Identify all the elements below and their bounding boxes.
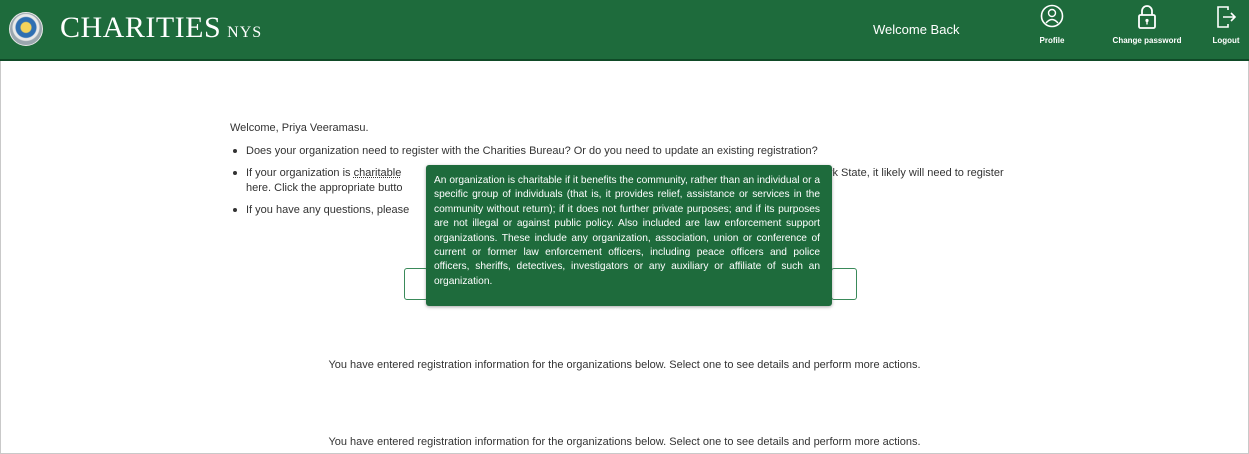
- organizations-info-1: You have entered registration informatio…: [328, 359, 921, 371]
- profile-icon: [1040, 4, 1064, 28]
- brand-title: CHARITIES: [60, 11, 222, 44]
- logout-icon: [1217, 6, 1237, 28]
- charitable-definition-tooltip: An organization is charitable if it bene…: [426, 165, 832, 306]
- greeting-text: Welcome, Priya Veeramasu.: [230, 122, 369, 134]
- bullet-questions: If you have any questions, please: [230, 203, 409, 218]
- change-password-link[interactable]: Change password: [1102, 4, 1192, 45]
- charitable-link[interactable]: charitable: [354, 167, 402, 179]
- logout-link[interactable]: Logout: [1208, 4, 1244, 45]
- profile-label: Profile: [1039, 36, 1065, 45]
- register-button[interactable]: [404, 268, 428, 300]
- bullet-register-question: Does your organization need to register …: [230, 144, 818, 159]
- nys-seal-logo: [9, 12, 43, 46]
- top-navigation-bar: CHARITIES NYS Welcome Back Profile Change…: [0, 0, 1249, 61]
- charitable-prefix: If your organization is: [246, 167, 354, 179]
- profile-link[interactable]: Profile: [1032, 4, 1072, 45]
- charitable-tail: y York State, it likely will need to reg…: [808, 167, 1004, 179]
- welcome-back-text: Welcome Back: [873, 22, 960, 37]
- update-registration-button[interactable]: [831, 268, 857, 300]
- logout-label: Logout: [1212, 36, 1240, 45]
- brand-suffix: NYS: [227, 24, 263, 41]
- organizations-info-2: You have entered registration informatio…: [328, 436, 921, 448]
- lock-icon: [1138, 5, 1156, 29]
- change-password-label: Change password: [1112, 36, 1182, 45]
- site-brand[interactable]: CHARITIES NYS: [60, 11, 262, 50]
